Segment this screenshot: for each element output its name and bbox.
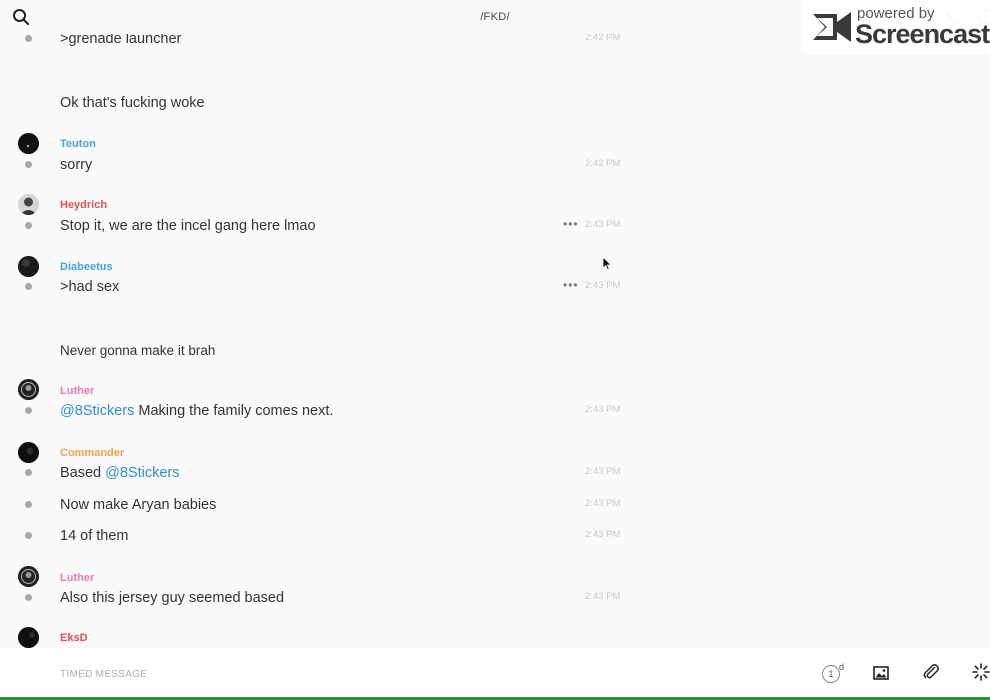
message-time: 2:42 PM xyxy=(585,158,621,169)
more-options-button[interactable]: ••• xyxy=(563,217,579,231)
username[interactable]: Luther xyxy=(60,384,94,398)
message-body: Based xyxy=(60,465,106,481)
image-icon[interactable] xyxy=(873,665,889,681)
message-time: 2:43 PM xyxy=(585,404,621,415)
message-text: sorry xyxy=(60,157,93,173)
read-indicator xyxy=(25,161,32,168)
message-time: 2:43 PM xyxy=(585,280,621,291)
message-body: Making the family comes next. xyxy=(134,403,334,419)
read-indicator xyxy=(25,532,32,539)
message-text: Now make Aryan babies xyxy=(60,497,217,513)
read-indicator xyxy=(25,407,32,414)
username[interactable]: Commander xyxy=(60,446,124,460)
paperclip-icon[interactable] xyxy=(922,663,940,681)
screencastify-watermark: powered by Screencastify xyxy=(803,0,990,54)
timer-unit: d xyxy=(839,662,845,672)
message-composer: 1 d xyxy=(0,648,990,700)
message-text: >had sex xyxy=(60,279,120,295)
mention-link[interactable]: @8Stickers xyxy=(105,465,179,481)
read-indicator xyxy=(25,501,32,508)
more-options-button[interactable]: ••• xyxy=(563,278,579,292)
message-row: @8Stickers Making the family comes next.… xyxy=(0,401,640,421)
read-indicator xyxy=(25,594,32,601)
message-list: >grenade launcher 2:42 PM Ok that's fuck… xyxy=(0,0,990,648)
message-text: 14 of them xyxy=(60,528,129,544)
message-text: Also this jersey guy seemed based xyxy=(60,590,285,606)
message-row: 14 of them 2:43 PM xyxy=(0,526,640,546)
avatar[interactable] xyxy=(18,627,39,648)
message-time: 2:43 PM xyxy=(585,219,621,230)
avatar[interactable] xyxy=(18,442,39,463)
message-row: Also this jersey guy seemed based 2:43 P… xyxy=(0,588,640,608)
username[interactable]: Heydrich xyxy=(60,198,107,212)
avatar[interactable] xyxy=(18,256,39,277)
message-input[interactable] xyxy=(60,662,760,686)
read-indicator xyxy=(25,469,32,476)
message-time: 2:43 PM xyxy=(585,529,621,540)
message-row: Never gonna make it brah xyxy=(0,341,640,361)
avatar[interactable] xyxy=(18,194,39,215)
message-row: sorry 2:42 PM xyxy=(0,155,640,175)
read-indicator xyxy=(25,222,32,229)
mention-link[interactable]: @8Stickers xyxy=(60,403,134,419)
watermark-brand: Screencastify xyxy=(855,19,990,49)
message-text: Based @8Stickers xyxy=(60,463,180,483)
avatar[interactable] xyxy=(18,566,39,587)
username[interactable]: Luther xyxy=(60,571,94,585)
message-text: Stop it, we are the incel gang here lmao xyxy=(60,218,316,234)
username[interactable]: Diabeetus xyxy=(60,260,113,274)
avatar[interactable] xyxy=(18,379,39,400)
message-time: 2:43 PM xyxy=(585,498,621,509)
message-row: Based @8Stickers 2:43 PM xyxy=(0,463,640,483)
avatar[interactable] xyxy=(18,133,39,154)
message-time: 2:43 PM xyxy=(585,466,621,477)
sparkle-icon[interactable] xyxy=(972,663,990,681)
message-row: Now make Aryan babies 2:43 PM xyxy=(0,495,640,515)
message-text: Ok that's fucking woke xyxy=(60,95,205,111)
mouse-cursor-icon xyxy=(602,256,612,271)
message-text: @8Stickers Making the family comes next. xyxy=(60,401,333,421)
message-row: Stop it, we are the incel gang here lmao… xyxy=(0,216,640,236)
timer-value: 1 xyxy=(822,665,840,683)
read-indicator xyxy=(25,283,32,290)
read-indicator xyxy=(25,35,32,42)
timer-button[interactable]: 1 d xyxy=(822,662,848,684)
message-row: Ok that's fucking woke xyxy=(0,93,640,113)
screencastify-logo-icon xyxy=(813,12,851,42)
username[interactable]: EksD xyxy=(60,631,88,645)
message-row: >had sex ••• 2:43 PM xyxy=(0,277,640,297)
message-text: Never gonna make it brah xyxy=(60,343,216,358)
username[interactable]: Teuton xyxy=(60,137,96,151)
message-time: 2:43 PM xyxy=(585,591,621,602)
